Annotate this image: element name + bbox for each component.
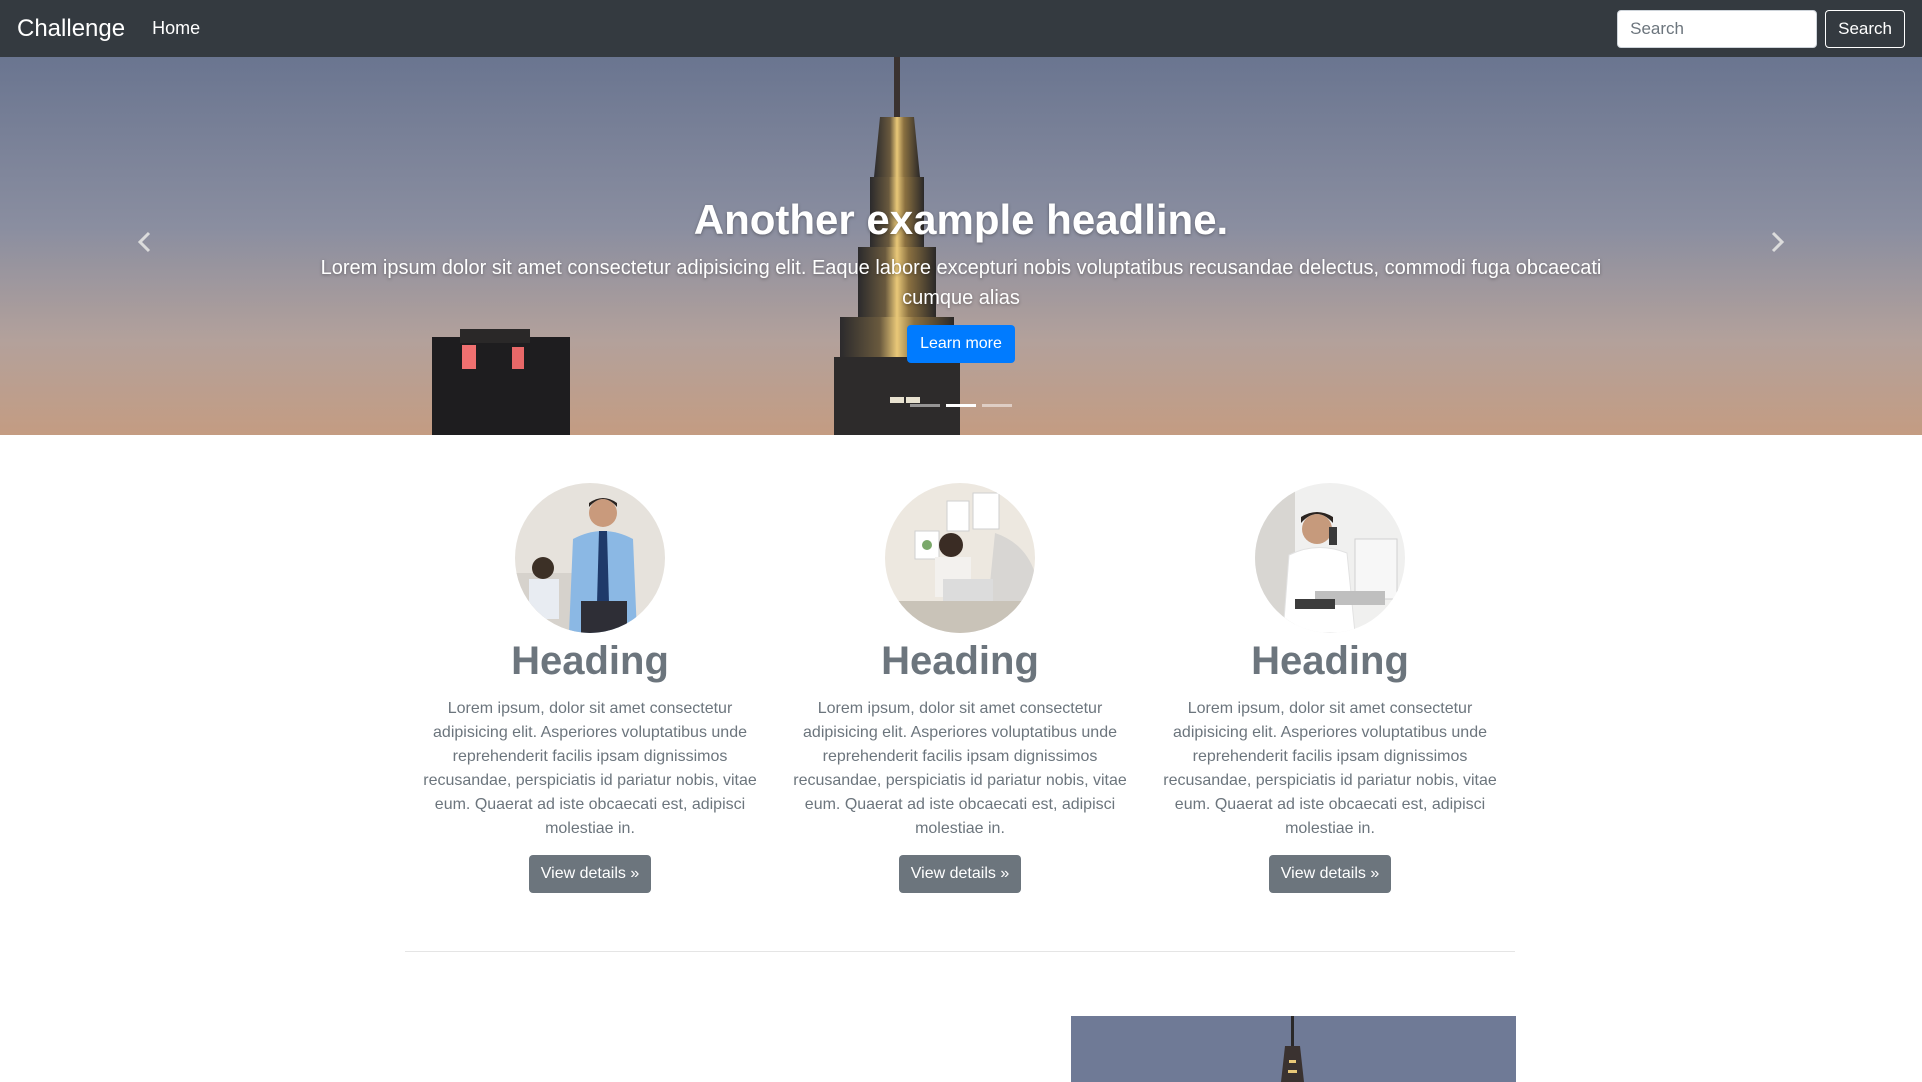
person-standing-photo: [515, 483, 665, 633]
carousel-indicator-1[interactable]: [910, 404, 940, 407]
view-details-button[interactable]: View details »: [1268, 855, 1392, 893]
carousel-indicator-2[interactable]: [946, 404, 976, 407]
nav-link-home[interactable]: Home: [152, 18, 200, 39]
carousel-text: Lorem ipsum dolor sit amet consectetur a…: [320, 257, 1602, 310]
column-text: Lorem ipsum, dolor sit amet consectetur …: [793, 700, 1127, 837]
view-details-button[interactable]: View details »: [898, 855, 1022, 893]
carousel-indicator-3[interactable]: [982, 404, 1012, 407]
marketing-column: Heading Lorem ipsum, dolor sit amet cons…: [1145, 483, 1515, 893]
hero-carousel: Another example headline. Lorem ipsum do…: [0, 57, 1922, 435]
learn-more-button[interactable]: Learn more: [907, 325, 1015, 364]
chevron-right-icon: [1771, 231, 1785, 253]
carousel-next-control[interactable]: [1762, 227, 1792, 257]
navbar: Challenge Home Search: [0, 0, 1922, 57]
search-input[interactable]: [1617, 9, 1818, 48]
marketing-columns: Heading Lorem ipsum, dolor sit amet cons…: [405, 483, 1515, 893]
column-heading: Heading: [1251, 639, 1409, 683]
column-text: Lorem ipsum, dolor sit amet consectetur …: [1163, 700, 1497, 837]
column-heading: Heading: [881, 639, 1039, 683]
person-on-phone-photo: [1255, 483, 1405, 633]
brand-link[interactable]: Challenge: [17, 16, 125, 41]
carousel-prev-control[interactable]: [130, 227, 160, 257]
featurette-divider: [405, 951, 1515, 952]
chevron-left-icon: [137, 231, 151, 253]
marketing-column: Heading Lorem ipsum, dolor sit amet cons…: [405, 483, 775, 893]
office-meeting-photo: [885, 483, 1035, 633]
avatar: [515, 483, 665, 633]
view-details-button[interactable]: View details »: [528, 855, 652, 893]
search-button[interactable]: Search: [1825, 9, 1905, 48]
search-form: Search: [1617, 9, 1905, 48]
column-heading: Heading: [511, 639, 669, 683]
marketing-column: Heading Lorem ipsum, dolor sit amet cons…: [775, 483, 1145, 893]
carousel-caption: Another example headline. Lorem ipsum do…: [300, 196, 1622, 364]
carousel-indicators: [910, 404, 1012, 407]
avatar: [1255, 483, 1405, 633]
column-text: Lorem ipsum, dolor sit amet consectetur …: [423, 700, 757, 837]
carousel-headline: Another example headline.: [693, 196, 1229, 243]
featurette-image: [1071, 1016, 1516, 1082]
avatar: [885, 483, 1035, 633]
city-tower-photo: [1071, 1016, 1516, 1082]
